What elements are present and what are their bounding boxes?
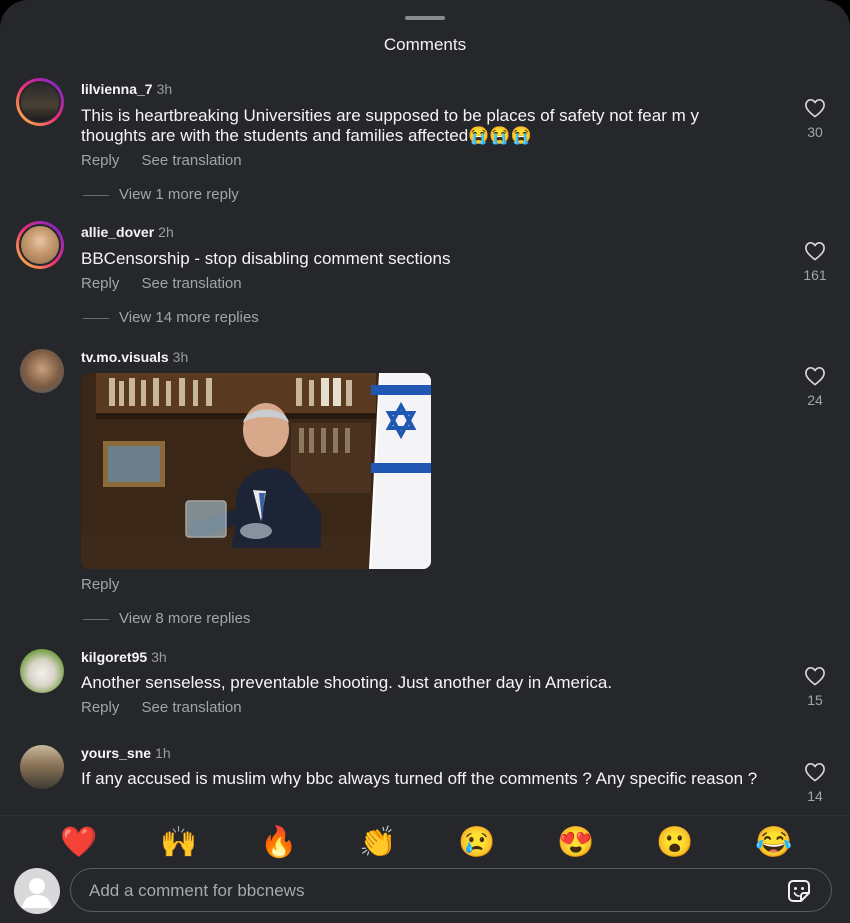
reply-button[interactable]: Reply xyxy=(81,699,119,716)
sticker-icon[interactable] xyxy=(785,877,813,905)
comment-time: 3h xyxy=(151,649,167,665)
comment-composer xyxy=(0,868,850,923)
avatar[interactable] xyxy=(20,745,64,789)
avatar[interactable] xyxy=(16,221,64,269)
reply-button[interactable]: Reply xyxy=(81,576,119,593)
avatar[interactable] xyxy=(16,78,64,126)
comment-author[interactable]: allie_dover 2h xyxy=(81,224,174,240)
emoji-heart-eyes[interactable]: 😍 xyxy=(557,826,594,860)
like-count: 15 xyxy=(807,692,823,708)
comment-author[interactable]: kilgoret95 3h xyxy=(81,649,167,665)
comment-time: 3h xyxy=(172,349,189,365)
comment-text: BBCensorship - stop disabling comment se… xyxy=(81,249,451,268)
drag-handle[interactable] xyxy=(405,16,445,20)
heart-icon xyxy=(805,99,825,118)
emoji-fire[interactable]: 🔥 xyxy=(260,826,297,860)
emoji-surprised[interactable]: 😮 xyxy=(656,826,693,860)
gif-attachment[interactable] xyxy=(81,373,431,569)
gif-image xyxy=(81,373,431,569)
heart-icon xyxy=(805,242,825,261)
view-more-replies[interactable]: View 1 more reply xyxy=(83,186,239,203)
reply-button[interactable]: Reply xyxy=(81,275,119,292)
comment-author[interactable]: lilvienna_7 3h xyxy=(81,81,172,97)
comment-input[interactable] xyxy=(87,869,771,913)
emoji-raised-hands[interactable]: 🙌 xyxy=(160,826,197,860)
comment-input-container xyxy=(70,868,832,913)
default-avatar-icon xyxy=(22,878,52,908)
comment-time: 3h xyxy=(156,81,173,97)
comment-text: This is heartbreaking Universities are s… xyxy=(81,106,699,145)
comment-text: If any accused is muslim why bbc always … xyxy=(81,769,758,788)
emoji-clapping[interactable]: 👏 xyxy=(359,826,396,860)
see-translation-button[interactable]: See translation xyxy=(142,275,242,292)
comment-author[interactable]: tv.mo.visuals 3h xyxy=(81,349,188,365)
comments-sheet: Comments lilvienna_7 3h This is heartbrea… xyxy=(0,0,850,923)
heart-icon xyxy=(805,367,825,386)
like-count: 14 xyxy=(807,788,823,804)
page-title: Comments xyxy=(383,35,467,54)
see-translation-button[interactable]: See translation xyxy=(142,699,242,716)
heart-icon xyxy=(805,763,825,782)
quick-reaction-bar: ❤️ 🙌 🔥 👏 😢 😍 😮 😂 xyxy=(0,815,850,871)
emoji-crying[interactable]: 😢 xyxy=(458,826,495,860)
comment-author[interactable]: yours_sne 1h xyxy=(81,745,171,761)
like-button[interactable]: 14 xyxy=(800,762,830,804)
heart-icon xyxy=(805,667,825,686)
view-more-replies[interactable]: View 8 more replies xyxy=(82,610,250,627)
user-avatar[interactable] xyxy=(14,868,60,914)
reply-button[interactable]: Reply xyxy=(81,152,119,169)
avatar[interactable] xyxy=(20,349,64,393)
like-count: 161 xyxy=(803,267,827,283)
like-count: 30 xyxy=(807,124,823,140)
see-translation-button[interactable]: See translation xyxy=(142,152,242,169)
like-button[interactable]: 30 xyxy=(800,98,830,140)
emoji-heart[interactable]: ❤️ xyxy=(60,826,97,860)
emoji-laughing[interactable]: 😂 xyxy=(755,826,792,860)
comment-text: Another senseless, preventable shooting.… xyxy=(81,673,613,692)
like-button[interactable]: 15 xyxy=(800,666,830,708)
like-button[interactable]: 24 xyxy=(800,366,830,408)
comment-time: 2h xyxy=(158,224,174,240)
comment-time: 1h xyxy=(155,745,171,761)
like-count: 24 xyxy=(807,392,823,408)
view-more-replies[interactable]: View 14 more replies xyxy=(83,309,259,326)
like-button[interactable]: 161 xyxy=(800,241,830,283)
avatar[interactable] xyxy=(20,649,64,693)
